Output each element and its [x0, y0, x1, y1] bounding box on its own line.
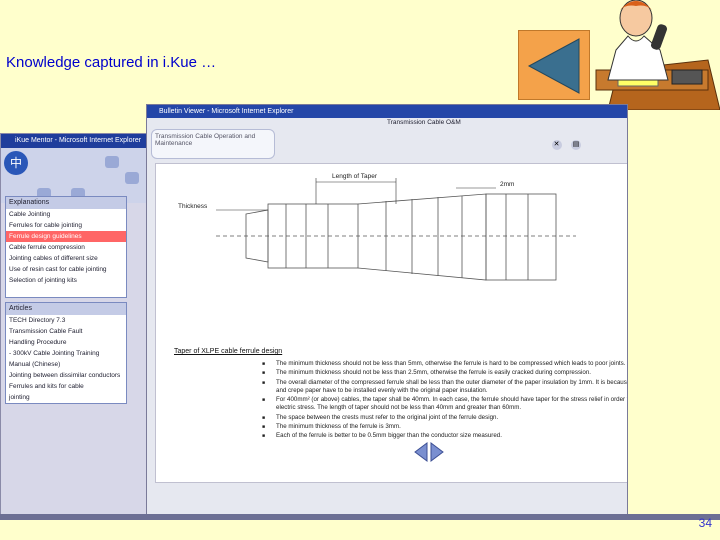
settings-icon[interactable] — [105, 156, 119, 168]
ikue-mentor-window: iKue Mentor - Microsoft Internet Explore… — [0, 133, 155, 520]
window-title: Bulletin Viewer - Microsoft Internet Exp… — [147, 105, 627, 118]
list-item: The overall diameter of the compressed f… — [262, 379, 627, 396]
bulletin-viewer-window: Bulletin Viewer - Microsoft Internet Exp… — [146, 104, 628, 520]
list-item[interactable]: Jointing between dissimilar conductors — [6, 370, 126, 381]
telephone-person-clipart — [595, 0, 720, 110]
document-header: Transmission Cable O&M — [387, 119, 461, 126]
panel-header: Articles — [6, 303, 126, 315]
list-item[interactable]: jointing — [6, 392, 126, 403]
list-item: Each of the ferrule is better to be 0.5m… — [262, 432, 627, 441]
taskbar-strip — [0, 514, 720, 520]
list-item[interactable]: Ferrules for cable jointing — [6, 220, 126, 231]
list-item[interactable]: Selection of jointing kits — [6, 275, 126, 286]
panel-header: Explanations — [6, 197, 126, 209]
diagram-caption: Taper of XLPE cable ferrule design — [174, 348, 283, 355]
list-item[interactable]: - 300kV Cable Jointing Training — [6, 348, 126, 359]
list-item[interactable]: Cable Jointing — [6, 209, 126, 220]
ikue-logo[interactable]: 中 — [4, 151, 28, 175]
taper-mm-label: 2mm — [500, 181, 514, 188]
explanations-panel: Explanations Cable Jointing Ferrules for… — [5, 196, 127, 298]
articles-panel: Articles TECH Directory 7.3 Transmission… — [5, 302, 127, 404]
list-item: For 400mm² (or above) cables, the taper … — [262, 396, 627, 413]
page-number: 34 — [698, 516, 712, 530]
list-item[interactable]: TECH Directory 7.3 — [6, 315, 126, 326]
list-item[interactable]: Transmission Cable Fault — [6, 326, 126, 337]
ferrule-taper-diagram: Length of Taper Thickness 2mm — [178, 173, 576, 281]
list-item-selected[interactable]: Ferrule design guidelines — [6, 231, 126, 242]
list-item: The minimum thickness of the ferrule is … — [262, 423, 627, 432]
thickness-label: Thickness — [178, 203, 208, 210]
list-item[interactable]: Jointing cables of different size — [6, 253, 126, 264]
list-item: The space between the crests must refer … — [262, 414, 627, 423]
print-icon[interactable]: ▤ — [571, 140, 581, 150]
list-item: The minimum thickness should not be less… — [262, 369, 627, 378]
prev-next-arrows-icon[interactable] — [413, 441, 445, 463]
close-icon[interactable]: ✕ — [551, 140, 562, 150]
window-title: iKue Mentor - Microsoft Internet Explore… — [1, 134, 154, 148]
list-item[interactable]: Use of resin cast for cable jointing — [6, 264, 126, 275]
slide-title: Knowledge captured in i.Kue … — [6, 54, 217, 71]
list-item: The minimum thickness should not be less… — [262, 360, 627, 369]
toolbar: 中 — [1, 148, 154, 203]
help-icon[interactable] — [125, 172, 139, 184]
list-item[interactable]: Cable ferrule compression — [6, 242, 126, 253]
list-item[interactable]: Manual (Chinese) — [6, 359, 126, 370]
back-button[interactable] — [518, 30, 590, 100]
back-arrow-icon — [527, 38, 580, 94]
length-of-taper-label: Length of Taper — [332, 173, 378, 180]
topic-box: Transmission Cable Operation and Mainten… — [151, 129, 275, 159]
document-area: Length of Taper Thickness 2mm Taper of X… — [155, 163, 627, 483]
list-item[interactable]: Ferrules and kits for cable — [6, 381, 126, 392]
list-item[interactable]: Handling Procedure — [6, 337, 126, 348]
design-guidelines-list: The minimum thickness should not be less… — [262, 360, 627, 442]
